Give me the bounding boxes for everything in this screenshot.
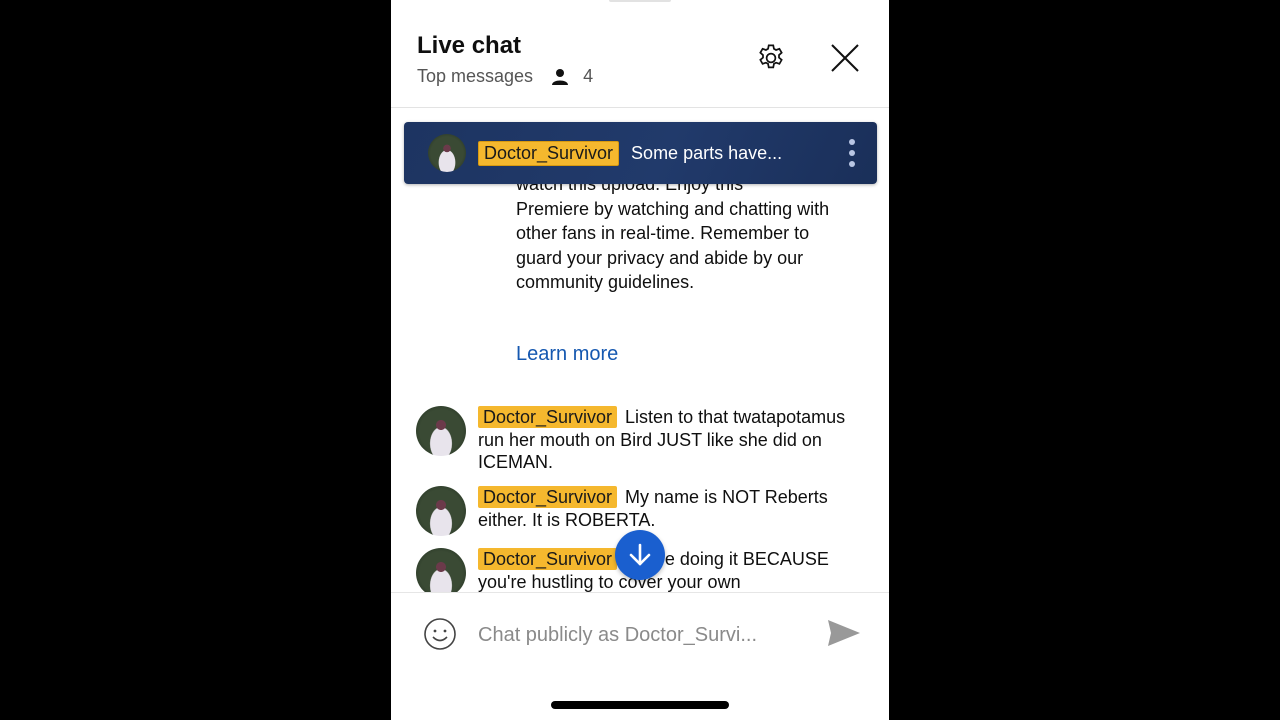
avatar: [428, 134, 466, 172]
welcome-text: Premiere by watching and chatting with o…: [516, 198, 830, 293]
author-badge[interactable]: Doctor_Survivor: [478, 548, 618, 570]
chat-input[interactable]: [478, 619, 798, 651]
viewer-count: 4: [583, 66, 594, 86]
author-badge[interactable]: Doctor_Survivor: [478, 406, 618, 428]
person-icon: [551, 68, 569, 86]
avatar[interactable]: [416, 486, 466, 536]
close-button[interactable]: [827, 40, 863, 76]
chat-header: Live chat Top messages 4: [391, 0, 889, 108]
more-vert-icon: [849, 139, 855, 145]
pinned-message[interactable]: Doctor_Survivor Some parts have...: [404, 122, 877, 184]
settings-button[interactable]: [753, 40, 789, 76]
learn-more-link[interactable]: Learn more: [516, 343, 618, 366]
emoji-button[interactable]: [423, 617, 459, 653]
arrow-down-icon: [629, 543, 651, 566]
close-icon: [831, 44, 859, 72]
send-button[interactable]: [827, 618, 863, 650]
scroll-to-bottom-button[interactable]: [615, 530, 665, 580]
chat-composer: [391, 592, 889, 720]
more-menu-button[interactable]: [847, 139, 857, 167]
chat-subtitle: Top messages 4: [417, 66, 593, 87]
avatar[interactable]: [416, 548, 466, 598]
avatar[interactable]: [416, 406, 466, 456]
live-chat-panel: Live chat Top messages 4 Doctor_Survivor…: [391, 0, 889, 720]
send-icon: [828, 620, 860, 646]
gear-icon: [759, 44, 783, 69]
welcome-message: watch this upload. Enjoy this Premiere b…: [516, 172, 846, 295]
page-title: Live chat: [417, 32, 522, 59]
author-badge: Doctor_Survivor: [478, 140, 620, 166]
home-indicator: [551, 701, 729, 709]
author-badge[interactable]: Doctor_Survivor: [478, 486, 618, 508]
emoji-icon: [424, 618, 456, 650]
top-messages-selector[interactable]: Top messages: [417, 66, 533, 87]
pinned-text: Some parts have...: [631, 142, 783, 163]
